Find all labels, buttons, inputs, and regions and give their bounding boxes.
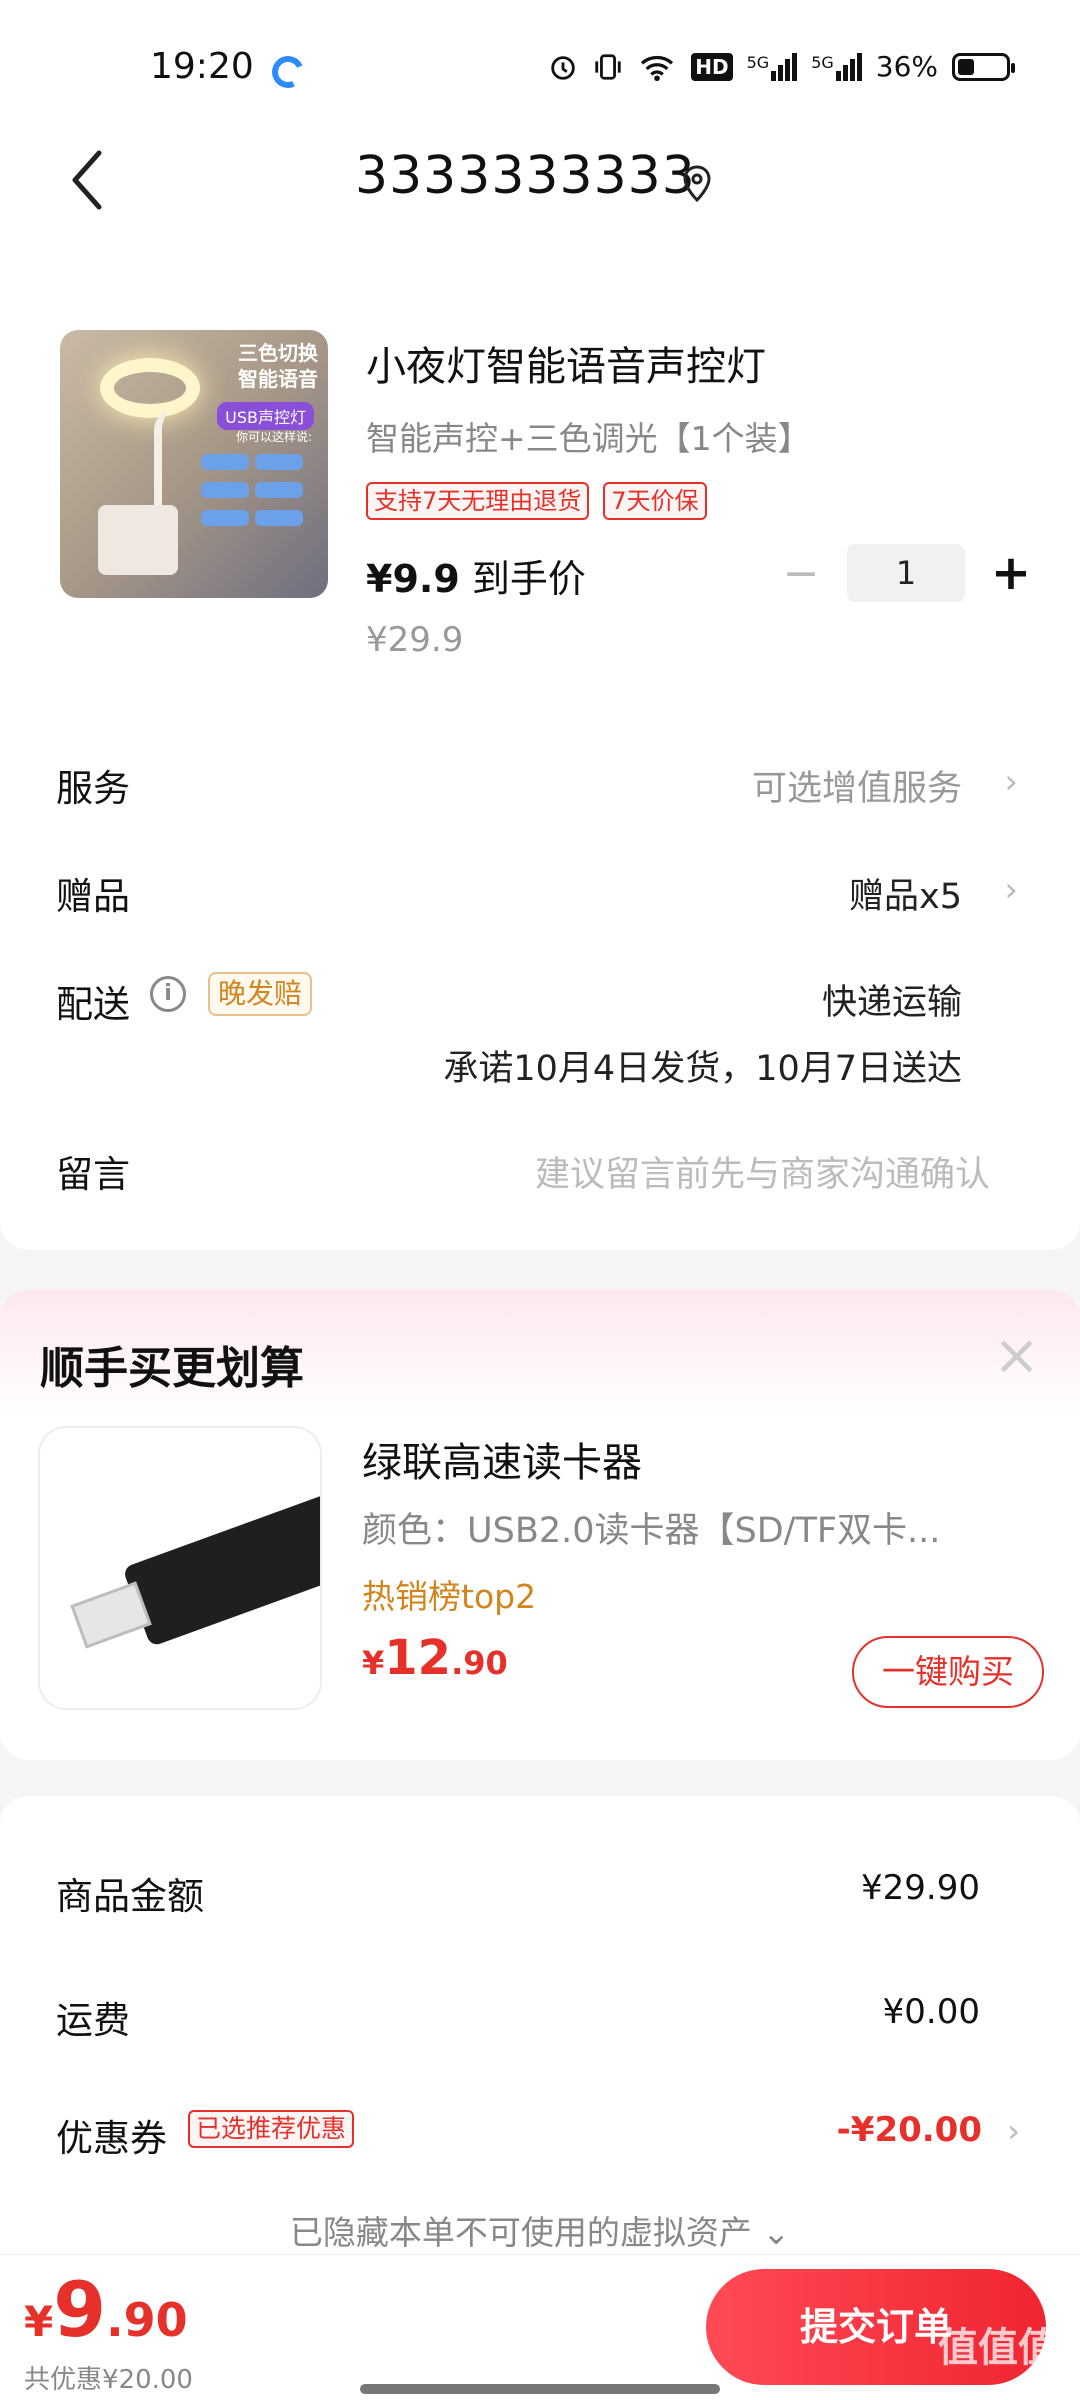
chevron-right-icon: › xyxy=(1004,762,1018,802)
chevron-left-icon xyxy=(72,150,102,210)
page-title[interactable]: 3333333333 xyxy=(355,146,696,206)
coupon-value: -¥20.00 xyxy=(836,2110,982,2150)
message-label: 留言 xyxy=(56,1153,130,1196)
order-item-card: 三色切换 智能语音 USB声控灯 你可以这样说: 小夜灯智能语音声控灯 智能声控… xyxy=(0,290,1080,1250)
quantity-stepper: − 1 + xyxy=(775,544,1037,602)
coupon-label: 优惠券 xyxy=(56,2117,167,2160)
location-pin-icon[interactable] xyxy=(680,164,714,204)
hd-icon: HD xyxy=(691,52,733,81)
recommend-card: 顺手买更划算 × 绿联高速读卡器 颜色：USB2.0读卡器【SD/TF双卡...… xyxy=(0,1290,1080,1760)
chevron-right-icon: › xyxy=(1004,870,1018,910)
total-price: ¥9.90 xyxy=(24,2265,188,2354)
image-text-line2: 智能语音 xyxy=(238,367,318,391)
status-icons: HD 5G 5G 36% xyxy=(547,50,1015,83)
delivery-method: 快递运输 xyxy=(821,983,962,1023)
one-click-buy-button[interactable]: 一键购买 xyxy=(852,1636,1044,1708)
vibrate-icon xyxy=(595,53,621,80)
total-saved: 共优惠¥20.00 xyxy=(24,2365,193,2395)
gift-row[interactable]: 赠品 赠品x5 › xyxy=(0,846,1080,936)
increase-button[interactable]: + xyxy=(985,545,1037,601)
shipping-label: 运费 xyxy=(56,1999,130,2042)
product-image[interactable]: 三色切换 智能语音 USB声控灯 你可以这样说: xyxy=(60,330,328,598)
recommend-rank: 热销榜top2 xyxy=(362,1577,537,1616)
coupon-row[interactable]: 优惠券 已选推荐优惠 -¥20.00 › xyxy=(0,2096,1080,2176)
delivery-label: 配送 xyxy=(56,983,130,1026)
service-label: 服务 xyxy=(56,767,130,810)
service-value: 可选增值服务 xyxy=(751,769,962,809)
image-badge: USB声控灯 xyxy=(217,402,314,430)
product-title[interactable]: 小夜灯智能语音声控灯 xyxy=(366,334,766,392)
watermark: 值值值 xyxy=(938,2325,1058,2371)
coupon-tag: 已选推荐优惠 xyxy=(188,2110,355,2148)
message-input[interactable]: 建议留言前先与商家沟通确认 xyxy=(535,1146,990,1197)
product-spec[interactable]: 智能声控+三色调光【1个装】 xyxy=(366,412,811,460)
message-row[interactable]: 留言 建议留言前先与商家沟通确认 xyxy=(0,1124,1080,1214)
home-indicator[interactable] xyxy=(360,2384,720,2394)
decrease-button[interactable]: − xyxy=(775,547,827,599)
delivery-promise: 承诺10月4日发货，10月7日送达 xyxy=(443,1049,962,1089)
recommend-product-image[interactable] xyxy=(38,1426,322,1710)
recommend-title: 顺手买更划算 xyxy=(40,1343,304,1394)
signal-1-icon: 5G xyxy=(747,52,798,81)
delivery-row: 配送 i 晚发赔 快递运输 承诺10月4日发货，10月7日送达 xyxy=(0,954,1080,1114)
submit-order-label: 提交订单 xyxy=(799,2305,952,2349)
goods-amount-value: ¥29.90 xyxy=(861,1868,980,1908)
recommend-product-title[interactable]: 绿联高速读卡器 xyxy=(362,1430,642,1488)
checkout-bar: ¥9.90 共优惠¥20.00 提交订单 值值值 xyxy=(0,2254,1080,2400)
goods-amount-label: 商品金额 xyxy=(56,1875,204,1918)
product-tags: 支持7天无理由退货 7天价保 xyxy=(366,482,707,520)
recommend-price: ¥12.90 xyxy=(362,1630,508,1686)
final-price-value: ¥9.9 xyxy=(366,557,460,601)
price-protect-tag: 7天价保 xyxy=(603,482,707,520)
gift-label: 赠品 xyxy=(56,875,130,918)
battery-percent: 36% xyxy=(875,50,938,83)
image-subtext: 你可以这样说: xyxy=(235,430,312,444)
loading-icon xyxy=(267,51,309,93)
chevron-right-icon: › xyxy=(1007,2112,1020,2150)
status-bar: 19:20 HD 5G 5G 36% xyxy=(0,0,1080,140)
status-time: 19:20 xyxy=(150,46,254,87)
battery-icon xyxy=(952,52,1015,81)
alarm-icon xyxy=(551,55,575,80)
shipping-value: ¥0.00 xyxy=(882,1992,980,2032)
quantity-value[interactable]: 1 xyxy=(847,544,965,602)
final-price-suffix: 到手价 xyxy=(459,557,586,601)
wifi-icon xyxy=(641,55,674,81)
signal-2-icon: 5G xyxy=(811,52,862,81)
hidden-assets-toggle[interactable]: 已隐藏本单不可使用的虚拟资产 ⌄ xyxy=(0,2206,1080,2254)
price-summary-card: 商品金额 ¥29.90 运费 ¥0.00 优惠券 已选推荐优惠 -¥20.00 … xyxy=(0,1796,1080,2256)
goods-amount-row: 商品金额 ¥29.90 xyxy=(0,1854,1080,1934)
service-row[interactable]: 服务 可选增值服务 › xyxy=(0,738,1080,828)
info-icon[interactable]: i xyxy=(150,976,186,1012)
shipping-row: 运费 ¥0.00 xyxy=(0,1978,1080,2058)
late-compensation-tag: 晚发赔 xyxy=(208,972,313,1016)
recommend-product-spec[interactable]: 颜色：USB2.0读卡器【SD/TF双卡... xyxy=(362,1502,1012,1553)
final-price: ¥9.9 到手价 xyxy=(366,548,586,603)
gift-value: 赠品x5 xyxy=(849,877,962,917)
back-button[interactable] xyxy=(48,140,128,220)
close-icon[interactable]: × xyxy=(993,1328,1040,1384)
image-text-line1: 三色切换 xyxy=(238,341,318,365)
original-price: ¥29.9 xyxy=(366,620,464,660)
return-policy-tag: 支持7天无理由退货 xyxy=(366,482,590,520)
